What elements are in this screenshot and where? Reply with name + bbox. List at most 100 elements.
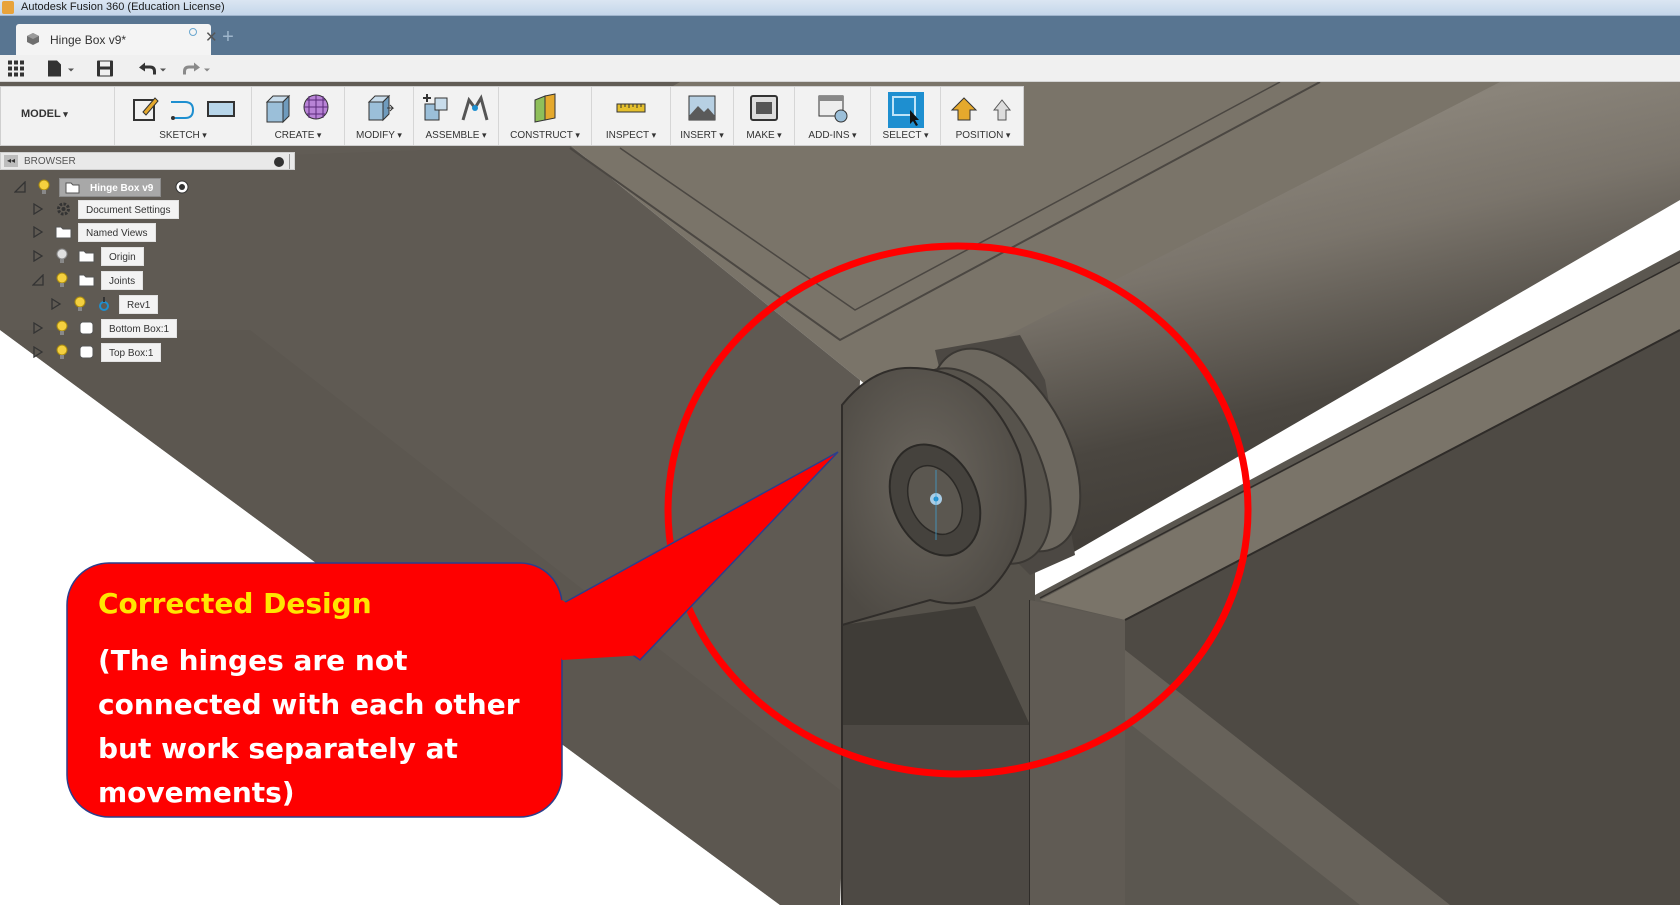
redo-icon[interactable] <box>180 59 212 78</box>
ribbon-group-insert[interactable]: INSERT <box>671 87 734 145</box>
browser-pin-icon[interactable] <box>289 154 295 169</box>
select-arrow-icon[interactable] <box>887 92 924 128</box>
ribbon-group-select[interactable]: SELECT <box>871 87 941 145</box>
visibility-bulb-icon[interactable] <box>38 179 50 195</box>
browser-node-label: Joints <box>101 271 144 290</box>
annotation-callout: Corrected Design (The hinges are not con… <box>98 587 538 815</box>
scripts-addins-icon[interactable] <box>817 92 849 124</box>
browser-node-label: Document Settings <box>78 200 179 219</box>
revolute-joint-icon <box>99 297 109 311</box>
browser-node-label: Origin <box>101 247 144 266</box>
new-tab-button[interactable]: + <box>216 26 240 50</box>
browser-node-named-views[interactable]: Named Views <box>0 221 170 243</box>
document-tab[interactable]: Hinge Box v9* ✕ <box>16 24 218 55</box>
ribbon-group-label: INSERT <box>671 130 733 141</box>
collapsed-arrow-icon[interactable] <box>32 346 44 358</box>
measure-icon[interactable] <box>615 92 647 124</box>
component-icon <box>27 33 39 45</box>
grid-icon[interactable] <box>7 59 25 78</box>
save-icon[interactable] <box>96 59 114 78</box>
ribbon-group-construct[interactable]: CONSTRUCT <box>499 87 592 145</box>
new-component-icon[interactable] <box>421 92 453 124</box>
ribbon-group-label: INSPECT <box>592 130 670 141</box>
browser-node-label: Bottom Box:1 <box>101 319 178 338</box>
visibility-bulb-icon[interactable] <box>56 320 68 336</box>
ribbon-group-label: SELECT <box>871 130 940 141</box>
workspace-dropdown[interactable]: MODEL <box>21 108 68 120</box>
expanded-arrow-icon[interactable] <box>32 274 44 286</box>
visibility-bulb-icon[interactable] <box>56 248 68 264</box>
ribbon-group-assemble[interactable]: ASSEMBLE <box>414 87 499 145</box>
browser-node-label: Named Views <box>78 223 156 242</box>
activate-radio-icon[interactable] <box>175 180 189 194</box>
browser-node-label: Rev1 <box>119 295 159 314</box>
browser-node-origin[interactable]: Origin <box>0 245 150 267</box>
callout-title: Corrected Design <box>98 587 372 620</box>
ribbon-group-add-ins[interactable]: ADD-INS <box>795 87 871 145</box>
create-sketch-icon[interactable] <box>129 92 161 124</box>
form-icon[interactable] <box>301 92 333 124</box>
file-icon[interactable] <box>46 59 76 78</box>
offset-plane-icon[interactable] <box>529 92 561 124</box>
collapsed-arrow-icon[interactable] <box>32 250 44 262</box>
component-icon <box>79 345 94 359</box>
quick-access-toolbar <box>0 55 1680 82</box>
press-pull-icon[interactable] <box>363 92 395 124</box>
fusion-app-icon <box>2 1 14 14</box>
revert-position-icon[interactable] <box>986 92 1018 124</box>
ribbon-group-make[interactable]: MAKE <box>734 87 795 145</box>
3d-print-icon[interactable] <box>748 92 780 124</box>
undo-icon[interactable] <box>136 59 168 78</box>
browser-node-document-settings[interactable]: Document Settings <box>0 198 190 220</box>
expanded-arrow-icon[interactable] <box>14 181 26 193</box>
collapse-browser-icon[interactable]: ◂◂ <box>4 155 18 167</box>
ribbon-group-label: ASSEMBLE <box>414 130 498 141</box>
workspace-switcher[interactable]: MODEL <box>1 87 115 145</box>
window-titlebar: Autodesk Fusion 360 (Education License) <box>0 0 1680 16</box>
ribbon-group-label: CREATE <box>252 130 344 141</box>
joint-icon[interactable] <box>459 92 491 124</box>
component-icon <box>79 321 94 335</box>
ribbon-group-label: MODIFY <box>345 130 413 141</box>
visibility-bulb-icon[interactable] <box>56 344 68 360</box>
ribbon-group-label: MAKE <box>734 130 794 141</box>
document-component-icon <box>65 182 80 194</box>
folder-icon <box>55 226 72 239</box>
extrude-icon[interactable] <box>263 92 295 124</box>
folder-icon <box>78 274 95 287</box>
ribbon-group-label: ADD-INS <box>795 130 870 141</box>
ribbon-group-position[interactable]: POSITION <box>941 87 1025 145</box>
ribbon-group-inspect[interactable]: INSPECT <box>592 87 671 145</box>
browser-minimize-icon[interactable] <box>274 157 284 167</box>
document-tab-bar: Hinge Box v9* ✕ + <box>0 16 1680 55</box>
callout-body: (The hinges are not connected with each … <box>98 644 520 809</box>
browser-node-joints[interactable]: Joints <box>0 269 150 291</box>
ribbon-toolbar: MODEL SKETCH CREATE MODIFY <box>0 86 1024 146</box>
line-spline-icon[interactable] <box>167 92 199 124</box>
document-tab-label: Hinge Box v9* <box>50 33 127 47</box>
fusion-app-window: Corrected Design (The hinges are not con… <box>0 0 1680 905</box>
browser-header: ◂◂ BROWSER <box>0 152 295 170</box>
collapsed-arrow-icon[interactable] <box>32 203 44 215</box>
collapsed-arrow-icon[interactable] <box>32 226 44 238</box>
ribbon-group-sketch[interactable]: SKETCH <box>115 87 252 145</box>
folder-icon <box>78 250 95 263</box>
browser-node-rev1[interactable]: Rev1 <box>0 293 160 315</box>
ribbon-group-modify[interactable]: MODIFY <box>345 87 414 145</box>
browser-node-bottom-box[interactable]: Bottom Box:1 <box>0 317 180 339</box>
gear-icon <box>57 202 70 216</box>
browser-panel: ◂◂ BROWSER Hinge Box v9 Document Setting… <box>0 152 295 362</box>
ribbon-group-create[interactable]: CREATE <box>252 87 345 145</box>
sync-status-icon <box>189 28 197 36</box>
rectangle-icon[interactable] <box>205 92 237 124</box>
collapsed-arrow-icon[interactable] <box>50 298 62 310</box>
collapsed-arrow-icon[interactable] <box>32 322 44 334</box>
insert-image-icon[interactable] <box>686 92 718 124</box>
browser-node-top-box[interactable]: Top Box:1 <box>0 341 170 363</box>
visibility-bulb-icon[interactable] <box>56 272 68 288</box>
browser-node-root[interactable]: Hinge Box v9 <box>0 176 210 198</box>
ribbon-group-label: SKETCH <box>115 130 251 141</box>
visibility-bulb-icon[interactable] <box>74 296 86 312</box>
capture-position-icon[interactable] <box>948 92 980 124</box>
ribbon-group-label: POSITION <box>941 130 1025 141</box>
